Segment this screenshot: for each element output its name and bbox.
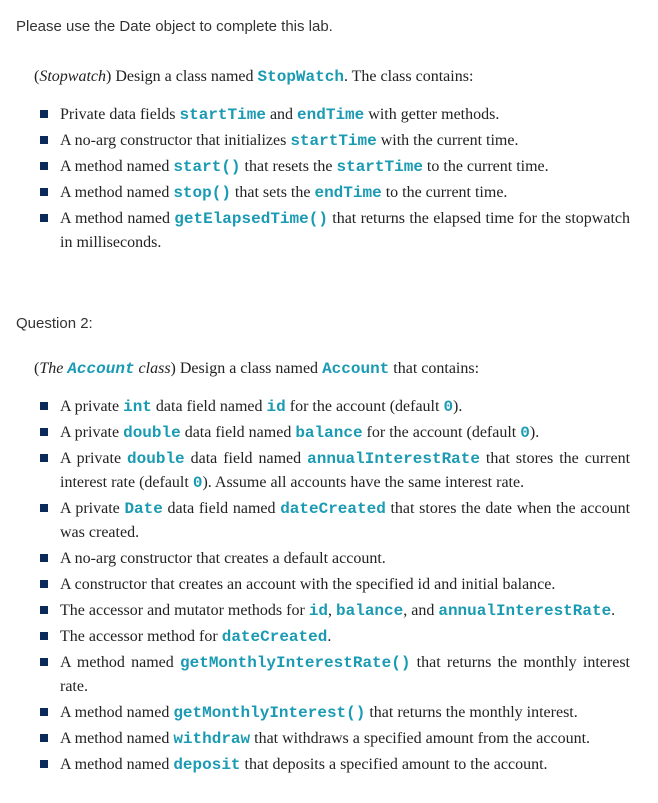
q2-spec-list: A private int data field named id for th… bbox=[34, 395, 630, 777]
code-token: start() bbox=[173, 158, 240, 176]
text-segment: , bbox=[328, 602, 336, 619]
code-token: deposit bbox=[173, 756, 240, 774]
code-token: startTime bbox=[290, 132, 376, 150]
text-segment: data field named bbox=[163, 500, 280, 517]
code-token: withdraw bbox=[173, 730, 250, 748]
code-token: endTime bbox=[297, 106, 364, 124]
code-token: stop() bbox=[173, 184, 231, 202]
text-segment: A constructor that creates an account wi… bbox=[60, 576, 555, 593]
code-token: annualInterestRate bbox=[438, 602, 611, 620]
q1-prompt-tail: . The class contains: bbox=[344, 68, 473, 85]
code-token: int bbox=[123, 398, 152, 416]
text-segment: A private bbox=[60, 500, 124, 517]
code-token: endTime bbox=[314, 184, 381, 202]
code-token: annualInterestRate bbox=[307, 450, 480, 468]
text-segment: A method named bbox=[60, 158, 173, 175]
q1-spec-list: Private data fields startTime and endTim… bbox=[34, 103, 630, 255]
spec-item: A method named start() that resets the s… bbox=[34, 155, 630, 179]
code-token: balance bbox=[295, 424, 362, 442]
text-segment: to the current time. bbox=[382, 184, 508, 201]
text-segment: ). Assume all accounts have the same int… bbox=[202, 474, 524, 491]
code-token: dateCreated bbox=[222, 628, 328, 646]
text-segment: to the current time. bbox=[423, 158, 549, 175]
text-segment: A method named bbox=[60, 730, 173, 747]
spec-item: A no-arg constructor that initializes st… bbox=[34, 129, 630, 153]
text-segment: The accessor method for bbox=[60, 628, 222, 645]
spec-item: Private data fields startTime and endTim… bbox=[34, 103, 630, 127]
spec-item: A private double data field named balanc… bbox=[34, 421, 630, 445]
code-token: getMonthlyInterestRate() bbox=[180, 654, 410, 672]
code-token: dateCreated bbox=[280, 500, 386, 518]
code-token: getMonthlyInterest() bbox=[173, 704, 365, 722]
text-segment: . bbox=[611, 602, 615, 619]
code-token: id bbox=[267, 398, 286, 416]
code-token: 0 bbox=[193, 474, 203, 492]
q2-class-name: Account bbox=[322, 360, 389, 378]
code-token: double bbox=[127, 450, 185, 468]
text-segment: A method named bbox=[60, 210, 174, 227]
text-segment: and bbox=[266, 106, 297, 123]
q1-prompt: (Stopwatch) Design a class named StopWat… bbox=[34, 65, 630, 89]
spec-item: The accessor method for dateCreated. bbox=[34, 625, 630, 649]
spec-item: A method named stop() that sets the endT… bbox=[34, 181, 630, 205]
spec-item: A method named getMonthlyInterest() that… bbox=[34, 701, 630, 725]
spec-item: A method named deposit that deposits a s… bbox=[34, 753, 630, 777]
q1-class-name: StopWatch bbox=[258, 68, 344, 86]
text-segment: A no-arg constructor that initializes bbox=[60, 132, 290, 149]
q2-prompt: (The Account class) Design a class named… bbox=[34, 357, 630, 381]
text-segment: A method named bbox=[60, 704, 173, 721]
spec-item: A private int data field named id for th… bbox=[34, 395, 630, 419]
code-token: Date bbox=[124, 500, 162, 518]
q2-prompt-tail: that contains: bbox=[389, 360, 479, 377]
text-segment: for the account (default bbox=[363, 424, 521, 441]
code-token: balance bbox=[336, 602, 403, 620]
code-token: startTime bbox=[337, 158, 423, 176]
q2-heading: Question 2: bbox=[16, 313, 630, 336]
text-segment: Private data fields bbox=[60, 106, 180, 123]
text-segment: ). bbox=[453, 398, 462, 415]
text-segment: , and bbox=[403, 602, 438, 619]
q2-exercise-name: The Account class bbox=[39, 360, 170, 377]
intro-text: Please use the Date object to complete t… bbox=[16, 16, 630, 39]
text-segment: with the current time. bbox=[377, 132, 519, 149]
text-segment: with getter methods. bbox=[364, 106, 499, 123]
spec-item: A private Date data field named dateCrea… bbox=[34, 497, 630, 545]
code-token: double bbox=[123, 424, 181, 442]
code-token: startTime bbox=[180, 106, 266, 124]
text-segment: The accessor and mutator methods for bbox=[60, 602, 309, 619]
text-segment: that sets the bbox=[231, 184, 315, 201]
text-segment: A private bbox=[60, 424, 123, 441]
text-segment: data field named bbox=[181, 424, 296, 441]
text-segment: A private bbox=[60, 398, 123, 415]
code-token: 0 bbox=[520, 424, 530, 442]
text-segment: data field named bbox=[152, 398, 267, 415]
spec-item: A method named getElapsedTime() that ret… bbox=[34, 207, 630, 255]
text-segment: that withdraws a specified amount from t… bbox=[250, 730, 590, 747]
text-segment: for the account (default bbox=[286, 398, 444, 415]
code-token: getElapsedTime() bbox=[174, 210, 328, 228]
text-segment: that deposits a specified amount to the … bbox=[241, 756, 548, 773]
text-segment: ). bbox=[530, 424, 539, 441]
text-segment: data field named bbox=[185, 450, 308, 467]
code-token: 0 bbox=[443, 398, 453, 416]
spec-item: A constructor that creates an account wi… bbox=[34, 573, 630, 597]
spec-item: A method named getMonthlyInterestRate() … bbox=[34, 651, 630, 699]
q1-exercise-name: Stopwatch bbox=[39, 68, 106, 85]
spec-item: A no-arg constructor that creates a defa… bbox=[34, 547, 630, 571]
code-token: id bbox=[309, 602, 328, 620]
q1-prompt-text: ) Design a class named bbox=[106, 68, 258, 85]
spec-item: A private double data field named annual… bbox=[34, 447, 630, 495]
text-segment: that resets the bbox=[241, 158, 337, 175]
text-segment: A method named bbox=[60, 184, 173, 201]
text-segment: A method named bbox=[60, 756, 173, 773]
spec-item: A method named withdraw that withdraws a… bbox=[34, 727, 630, 751]
text-segment: A no-arg constructor that creates a defa… bbox=[60, 550, 386, 567]
text-segment: . bbox=[327, 628, 331, 645]
text-segment: A method named bbox=[60, 654, 180, 671]
spec-item: The accessor and mutator methods for id,… bbox=[34, 599, 630, 623]
text-segment: that returns the monthly interest. bbox=[365, 704, 577, 721]
text-segment: A private bbox=[60, 450, 127, 467]
q2-prompt-text: ) Design a class named bbox=[171, 360, 323, 377]
